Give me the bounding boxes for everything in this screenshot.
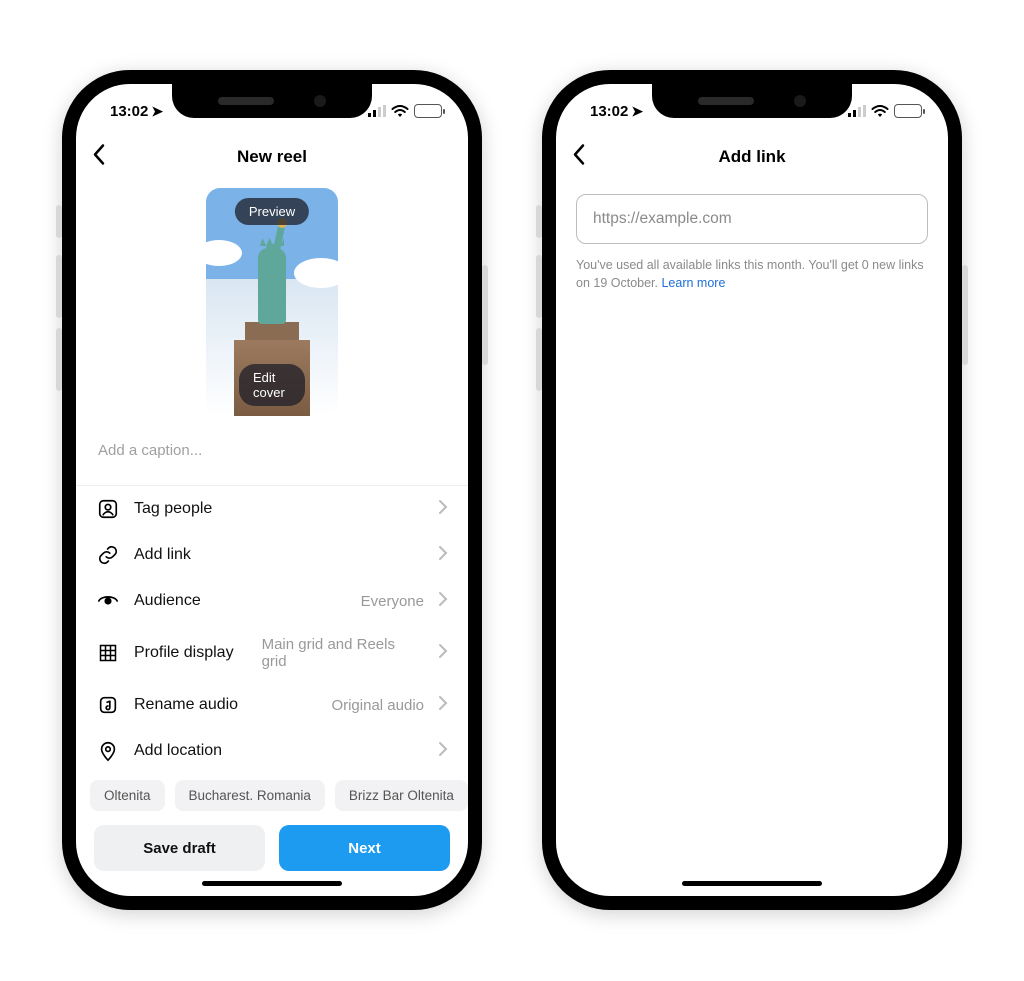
home-indicator[interactable] <box>682 881 822 886</box>
power-button <box>962 265 968 365</box>
page-title: Add link <box>718 147 785 167</box>
location-arrow-icon: ➤ <box>151 103 163 120</box>
home-indicator[interactable] <box>202 881 342 886</box>
volume-up <box>536 255 542 318</box>
audio-icon <box>96 694 120 716</box>
wifi-icon <box>391 105 409 118</box>
options-list: Tag people Add link Audience <box>76 486 468 774</box>
option-value: Original audio <box>331 697 424 714</box>
tag-people-icon <box>96 498 120 520</box>
volume-down <box>56 328 62 391</box>
status-time: 13:02 <box>110 103 148 120</box>
back-button[interactable] <box>92 144 106 171</box>
volume-down <box>536 328 542 391</box>
caption-input[interactable]: Add a caption... <box>76 424 468 486</box>
reel-cover-thumbnail[interactable]: Preview Edit cover <box>206 188 338 416</box>
option-add-location[interactable]: Add location <box>76 728 468 774</box>
chevron-right-icon <box>438 741 448 762</box>
option-add-link[interactable]: Add link <box>76 532 468 578</box>
back-button[interactable] <box>572 144 586 171</box>
battery-icon <box>414 104 442 118</box>
location-arrow-icon: ➤ <box>631 103 643 120</box>
hint-text: You've used all available links this mon… <box>576 258 924 290</box>
power-button <box>482 265 488 365</box>
option-label: Add location <box>134 742 222 760</box>
phone-left: @oncescuradu 13:02 ➤ <box>62 70 482 910</box>
mute-switch <box>536 205 542 238</box>
status-time: 13:02 <box>590 103 628 120</box>
preview-button[interactable]: Preview <box>235 198 309 225</box>
page-title: New reel <box>237 147 307 167</box>
option-value: Everyone <box>361 593 424 610</box>
chevron-right-icon <box>438 643 448 664</box>
option-label: Profile display <box>134 644 234 662</box>
phone-right: @oncescuradu 13:02 ➤ Add l <box>542 70 962 910</box>
link-icon <box>96 544 120 566</box>
location-chip[interactable]: Brizz Bar Oltenita <box>335 780 468 811</box>
location-icon <box>96 740 120 762</box>
option-label: Audience <box>134 592 201 610</box>
link-url-input[interactable]: https://example.com <box>576 194 928 244</box>
option-label: Add link <box>134 546 191 564</box>
nav-header: Add link <box>556 132 948 182</box>
notch <box>652 84 852 118</box>
grid-icon <box>96 643 120 663</box>
cellular-icon <box>848 105 866 117</box>
link-url-placeholder: https://example.com <box>593 210 732 228</box>
edit-cover-button[interactable]: Edit cover <box>239 364 305 406</box>
option-value: Main grid and Reels grid <box>262 636 424 670</box>
option-label: Rename audio <box>134 696 238 714</box>
next-button[interactable]: Next <box>279 825 450 871</box>
audience-icon <box>96 590 120 612</box>
chevron-right-icon <box>438 545 448 566</box>
save-draft-button[interactable]: Save draft <box>94 825 265 871</box>
option-label: Tag people <box>134 500 212 518</box>
option-profile-display[interactable]: Profile display Main grid and Reels grid <box>76 624 468 682</box>
chevron-right-icon <box>438 591 448 612</box>
battery-icon <box>894 104 922 118</box>
chevron-right-icon <box>438 499 448 520</box>
volume-up <box>56 255 62 318</box>
footer-buttons: Save draft Next <box>76 811 468 871</box>
nav-header: New reel <box>76 132 468 182</box>
option-rename-audio[interactable]: Rename audio Original audio <box>76 682 468 728</box>
location-chip[interactable]: Bucharest. Romania <box>175 780 325 811</box>
option-audience[interactable]: Audience Everyone <box>76 578 468 624</box>
location-suggestions: Oltenita Bucharest. Romania Brizz Bar Ol… <box>76 774 468 811</box>
option-tag-people[interactable]: Tag people <box>76 486 468 532</box>
mute-switch <box>56 205 62 238</box>
cellular-icon <box>368 105 386 117</box>
chevron-right-icon <box>438 695 448 716</box>
wifi-icon <box>871 105 889 118</box>
location-chip[interactable]: Oltenita <box>90 780 165 811</box>
link-quota-hint: You've used all available links this mon… <box>556 244 948 292</box>
notch <box>172 84 372 118</box>
learn-more-link[interactable]: Learn more <box>661 276 725 290</box>
